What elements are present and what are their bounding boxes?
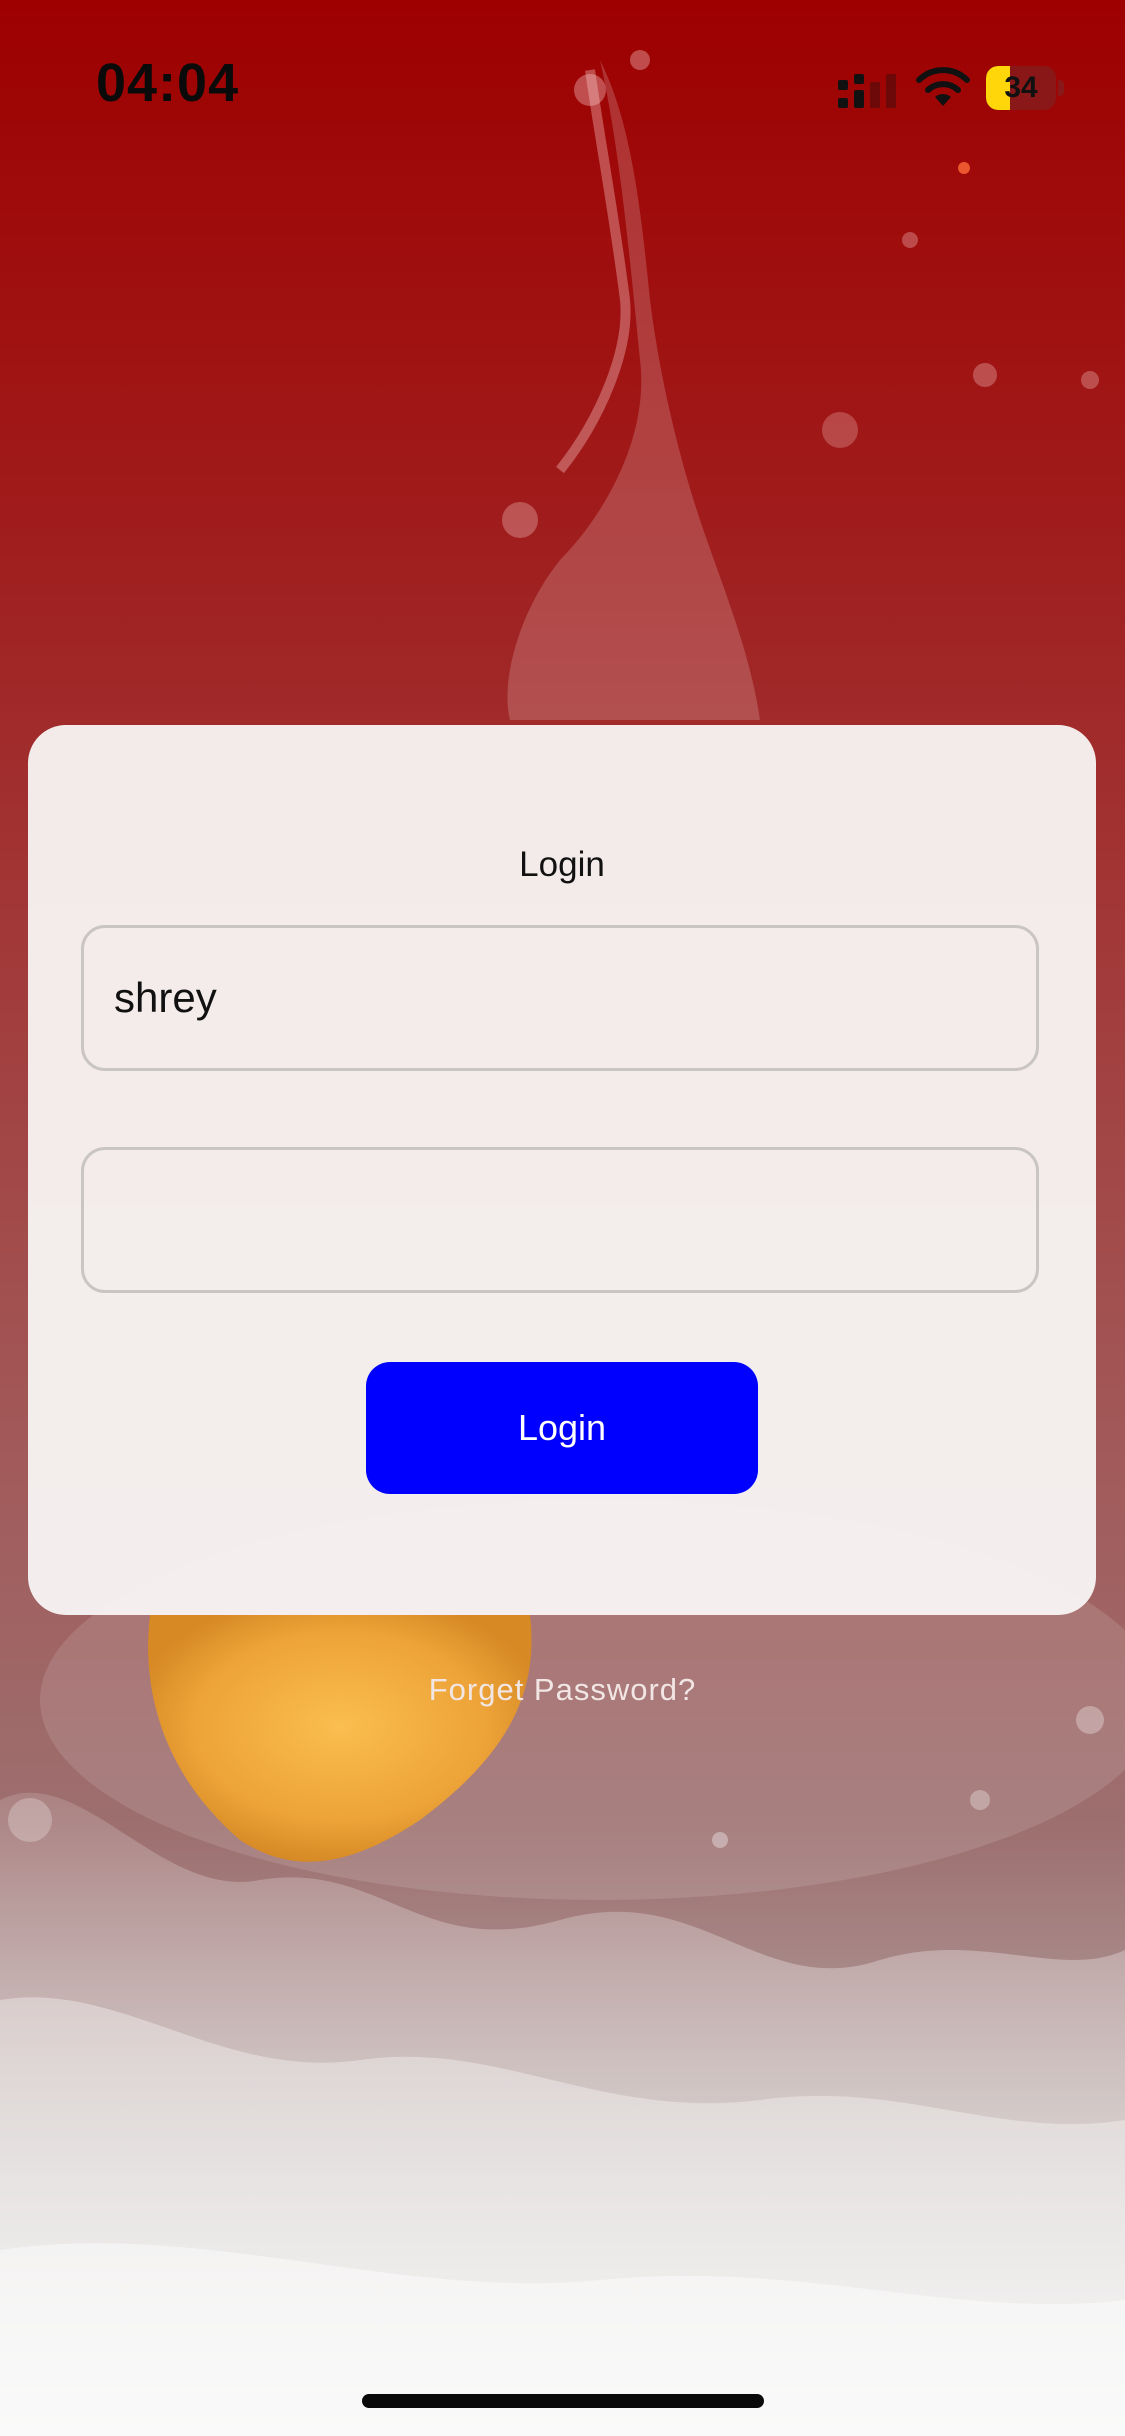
- status-bar: 04:04 34: [0, 0, 1125, 150]
- login-button[interactable]: Login: [366, 1362, 758, 1494]
- username-input[interactable]: [84, 928, 1036, 1068]
- status-time: 04:04: [96, 53, 240, 113]
- home-indicator[interactable]: [362, 2394, 764, 2408]
- battery-level: 34: [1004, 71, 1038, 104]
- battery-icon: 34: [986, 66, 1064, 110]
- wifi-icon: [916, 67, 970, 106]
- forgot-password-link[interactable]: Forget Password?: [0, 1672, 1125, 1708]
- login-title: Login: [519, 845, 605, 884]
- password-input[interactable]: [84, 1150, 1036, 1290]
- login-screen: 04:04 34 Login shrey Login Forget Passwo…: [0, 0, 1125, 2436]
- username-field[interactable]: [81, 925, 1039, 1071]
- signal-icon: [838, 74, 896, 108]
- password-field[interactable]: [81, 1147, 1039, 1293]
- login-card: Login Login: [28, 725, 1096, 1615]
